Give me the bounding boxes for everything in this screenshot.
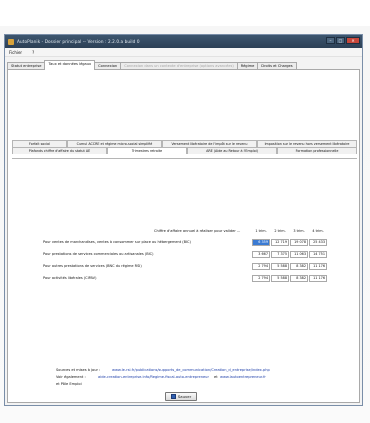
close-button[interactable]: ✕ [346, 37, 360, 44]
see-also-link-1[interactable]: aide-creation-entreprise.info/Regime-fis… [98, 375, 209, 379]
col-4-trim: 4 trim. [312, 229, 324, 233]
trimestres-content: Chiffre d'affaire annuel à réaliser pour… [12, 158, 357, 398]
value-cell[interactable]: 19 078 [290, 239, 308, 246]
table-row: Pour prestations de services commerciale… [12, 251, 357, 258]
col-2-trim: 2 trim. [274, 229, 286, 233]
subtab-versement-liberatoire[interactable]: Versement libératoire de l'impôt sur le … [162, 140, 257, 147]
sources-label: Sources et mises à jour : [56, 368, 101, 372]
table-row: Pour autres prestations de services (BNC… [12, 263, 357, 270]
subtab-plafonds[interactable]: Plafonds chiffre d'affaire du statut AE [12, 147, 107, 154]
subtab-row-1: Forfait social Cumul ACCRE et régime mic… [12, 140, 357, 147]
menu-help[interactable]: ? [32, 50, 34, 55]
table-row: Pour ventes de marchandises, ventes à co… [12, 239, 357, 246]
value-cell[interactable]: 11 176 [309, 275, 327, 282]
menu-bar: Fichier ? [5, 48, 362, 57]
value-cell[interactable]: 5 588 [271, 263, 289, 270]
sources-footer: Sources et mises à jour : www.le-rsi.fr/… [56, 367, 346, 388]
col-3-trim: 3 trim. [293, 229, 305, 233]
subtab-cumul-accre[interactable]: Cumul ACCRE et régime micro-social simpl… [67, 140, 162, 147]
pole-emploi-label: et Pôle Emploi [56, 382, 82, 386]
value-cell[interactable]: 8 382 [290, 275, 308, 282]
value-cell[interactable]: 8 382 [290, 263, 308, 270]
value-cell[interactable]: 14 751 [309, 251, 327, 258]
see-also-label: Voir également : [56, 375, 86, 379]
value-cell[interactable]: 2 794 [252, 275, 270, 282]
app-icon [8, 38, 14, 45]
value-cell[interactable]: 11 063 [290, 251, 308, 258]
value-cell[interactable]: 6 359 [252, 239, 270, 246]
value-cell[interactable]: 25 433 [309, 239, 327, 246]
subtab-row-2: Plafonds chiffre d'affaire du statut AE … [12, 147, 357, 154]
app-window: AutoPlanik - Dossier principal -- Versio… [4, 34, 363, 406]
minimize-button[interactable]: – [326, 37, 335, 44]
grid-header-label: Chiffre d'affaire annuel à réaliser pour… [154, 229, 241, 233]
subtab-imposition-revenu[interactable]: Imposition sur le revenu hors versement … [257, 140, 357, 147]
sources-link[interactable]: www.le-rsi.fr/publications/supports_de_c… [112, 368, 270, 372]
title-bar: AutoPlanik - Dossier principal -- Versio… [5, 35, 362, 48]
and-label: et [214, 375, 218, 379]
menu-fichier[interactable]: Fichier [9, 50, 22, 55]
value-cell[interactable]: 11 176 [309, 263, 327, 270]
subtab-formation[interactable]: Formation professionnelle [277, 147, 357, 154]
value-cell[interactable]: 3 667 [252, 251, 270, 258]
see-also-link-2[interactable]: www.lautoentrepreneur.fr [220, 375, 266, 379]
tab-panel: Forfait social Cumul ACCRE et régime mic… [7, 69, 360, 403]
value-cell[interactable]: 2 794 [252, 263, 270, 270]
value-cell[interactable]: 7 375 [271, 251, 289, 258]
save-button[interactable]: Sauver [165, 392, 197, 401]
table-row: Pour activités libérales (CIPAV) 2 794 5… [12, 275, 357, 282]
value-cell[interactable]: 5 588 [271, 275, 289, 282]
tab-taux-donnees[interactable]: Taux et données légaux [44, 60, 96, 70]
value-cell[interactable]: 12 719 [271, 239, 289, 246]
grid-header: Chiffre d'affaire annuel à réaliser pour… [12, 228, 357, 236]
row-label: Pour ventes de marchandises, ventes à co… [43, 240, 191, 244]
subtab-are[interactable]: ARE (Aide au Retour à l'Emploi) [187, 147, 277, 154]
row-label: Pour prestations de services commerciale… [43, 252, 154, 256]
save-button-label: Sauver [177, 394, 192, 399]
row-label: Pour autres prestations de services (BNC… [43, 264, 142, 268]
window-title: AutoPlanik - Dossier principal -- Versio… [17, 39, 140, 44]
save-icon [170, 394, 176, 399]
subtab-forfait-social[interactable]: Forfait social [12, 140, 67, 147]
col-1-trim: 1 trim. [255, 229, 267, 233]
subtab-trimestres-retraite[interactable]: Trimestres retraite [107, 147, 187, 154]
row-label: Pour activités libérales (CIPAV) [43, 276, 97, 280]
maximize-button[interactable]: □ [336, 37, 345, 44]
